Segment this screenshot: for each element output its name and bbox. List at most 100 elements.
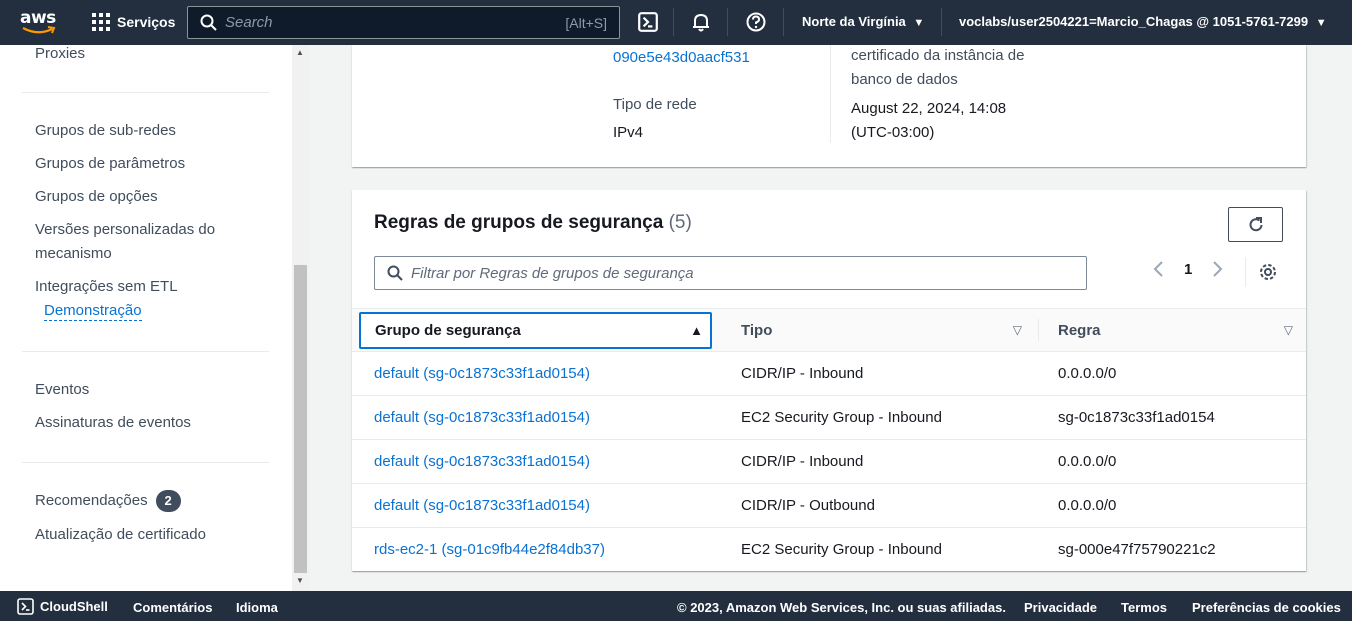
security-group-link[interactable]: default (sg-0c1873c33f1ad0154) [374, 396, 590, 440]
security-group-link[interactable]: default (sg-0c1873c33f1ad0154) [374, 484, 590, 528]
search-icon [200, 14, 217, 31]
aws-logo[interactable]: aws [20, 8, 56, 36]
rule-type: EC2 Security Group - Inbound [741, 409, 942, 426]
column-header-label: Regra [1058, 321, 1101, 339]
account-menu[interactable]: voclabs/user2504221=Marcio_Chagas @ 1051… [959, 14, 1327, 29]
rule-value: sg-000e47f75790221c2 [1058, 541, 1216, 558]
sidebar-item-parameter-groups[interactable]: Grupos de parâmetros [35, 155, 185, 172]
terms-link[interactable]: Termos [1121, 600, 1167, 615]
services-label: Serviços [117, 14, 176, 30]
account-label: voclabs/user2504221=Marcio_Chagas @ 1051… [959, 14, 1309, 29]
sort-icon: ▽ [1283, 323, 1293, 337]
cloudshell-label: CloudShell [40, 599, 108, 614]
footer: CloudShell Comentários Idioma © 2023, Am… [0, 591, 1352, 621]
column-divider [1038, 319, 1039, 341]
security-group-rules-panel: Regras de grupos de segurança (5) Filtra… [352, 190, 1306, 571]
rule-type: CIDR/IP - Outbound [741, 497, 875, 514]
pager-divider [1245, 257, 1246, 287]
panel-title-text: Regras de grupos de segurança [374, 212, 664, 233]
column-divider [830, 45, 831, 143]
current-page[interactable]: 1 [1184, 261, 1192, 278]
search-placeholder: Search [225, 14, 273, 31]
language-link[interactable]: Idioma [236, 600, 278, 615]
sidebar-divider [22, 462, 269, 463]
rule-type: CIDR/IP - Inbound [741, 453, 864, 470]
rule-value: 0.0.0.0/0 [1058, 453, 1117, 470]
table-row: default (sg-0c1873c33f1ad0154) CIDR/IP -… [352, 484, 1306, 528]
aws-smile-icon [22, 26, 56, 34]
region-label: Norte da Virgínia [802, 14, 906, 29]
search-input[interactable]: Search [Alt+S] [187, 6, 620, 39]
security-group-link[interactable]: default (sg-0c1873c33f1ad0154) [374, 440, 590, 484]
sidebar-item-label: Recomendações [35, 491, 148, 509]
cookie-preferences-link[interactable]: Preferências de cookies [1192, 600, 1341, 615]
cert-label-line1: certificado da instância de [851, 47, 1025, 64]
column-header-label: Tipo [741, 321, 773, 339]
table-row: default (sg-0c1873c33f1ad0154) EC2 Secur… [352, 396, 1306, 440]
vpc-id-link[interactable]: 090e5e43d0aacf531 [613, 46, 750, 70]
cert-timezone: (UTC-03:00) [851, 124, 935, 141]
rule-value: 0.0.0.0/0 [1058, 497, 1117, 514]
cloudshell-icon [17, 598, 34, 615]
privacy-link[interactable]: Privacidade [1024, 600, 1097, 615]
security-group-link[interactable]: rds-ec2-1 (sg-01c9fb44e2f84db37) [374, 528, 605, 572]
sidebar: Proxies Grupos de sub-redes Grupos de pa… [0, 45, 292, 591]
sidebar-item-event-subscriptions[interactable]: Assinaturas de eventos [35, 414, 191, 431]
cloudshell-button[interactable]: CloudShell [17, 598, 108, 615]
column-header-label: Grupo de segurança [375, 322, 521, 339]
table-row: rds-ec2-1 (sg-01c9fb44e2f84db37) EC2 Sec… [352, 528, 1306, 572]
sidebar-item-certificate-update[interactable]: Atualização de certificado [35, 526, 206, 543]
sidebar-item-zero-etl[interactable]: Integrações sem ETL [35, 278, 178, 295]
cloudshell-icon[interactable] [637, 11, 659, 33]
chevron-left-icon[interactable] [1152, 260, 1164, 278]
sidebar-divider [22, 351, 269, 352]
rules-count: (5) [668, 212, 692, 233]
caret-down-icon: ▼ [1315, 17, 1327, 29]
caret-down-icon: ▼ [913, 17, 925, 29]
network-type-value: IPv4 [613, 124, 644, 141]
cert-date: August 22, 2024, 14:08 [851, 100, 1007, 117]
region-selector[interactable]: Norte da Virgínia ▼ [802, 14, 924, 29]
column-header-security-group[interactable]: Grupo de segurança ▲ [359, 312, 712, 349]
sort-ascending-icon: ▲ [690, 323, 703, 338]
sidebar-item-recommendations[interactable]: Recomendações 2 [35, 490, 181, 512]
scroll-up-arrow[interactable]: ▲ [295, 48, 305, 58]
refresh-icon [1249, 216, 1262, 231]
filter-input[interactable]: Filtrar por Regras de grupos de seguranç… [374, 256, 1087, 290]
sidebar-item-subnet-groups[interactable]: Grupos de sub-redes [35, 122, 176, 139]
refresh-button[interactable] [1228, 207, 1283, 242]
search-shortcut: [Alt+S] [565, 14, 607, 31]
services-menu[interactable]: Serviços [92, 13, 175, 31]
help-icon[interactable] [745, 11, 767, 33]
recommendations-count-badge: 2 [155, 490, 181, 512]
instance-details-panel: 090e5e43d0aacf531 Tipo de rede IPv4 cert… [352, 45, 1306, 167]
chevron-right-icon[interactable] [1212, 260, 1224, 278]
sidebar-item-custom-engine-versions[interactable]: Versões personalizadas do [35, 221, 215, 238]
table-header: Grupo de segurança ▲ Tipo ▽ Regra ▽ [352, 308, 1306, 352]
gear-icon[interactable] [1258, 262, 1278, 282]
bell-icon[interactable] [690, 11, 712, 33]
rule-value: sg-0c1873c33f1ad0154 [1058, 409, 1215, 426]
sidebar-item-proxies[interactable]: Proxies [35, 45, 85, 62]
column-header-type[interactable]: Tipo ▽ [741, 309, 1022, 351]
sidebar-item-events[interactable]: Eventos [35, 381, 89, 398]
sidebar-item-demo[interactable]: Demonstração [44, 302, 142, 321]
search-icon [387, 265, 403, 281]
aws-logo-text: aws [20, 8, 56, 28]
sidebar-divider [22, 92, 269, 93]
sidebar-scrollbar-thumb[interactable] [294, 265, 307, 573]
column-header-rule[interactable]: Regra ▽ [1058, 309, 1293, 351]
rule-value: 0.0.0.0/0 [1058, 365, 1117, 382]
sidebar-item-option-groups[interactable]: Grupos de opções [35, 188, 158, 205]
scroll-down-arrow[interactable]: ▼ [295, 576, 305, 586]
network-type-label: Tipo de rede [613, 96, 697, 113]
grid-icon [92, 13, 110, 31]
rule-type: CIDR/IP - Inbound [741, 365, 864, 382]
pagination: 1 [1152, 260, 1224, 278]
filter-placeholder: Filtrar por Regras de grupos de seguranç… [411, 264, 694, 282]
feedback-link[interactable]: Comentários [133, 600, 212, 615]
cert-label-line2: banco de dados [851, 71, 958, 88]
table-row: default (sg-0c1873c33f1ad0154) CIDR/IP -… [352, 440, 1306, 484]
security-group-link[interactable]: default (sg-0c1873c33f1ad0154) [374, 352, 590, 396]
sidebar-item-custom-engine-versions-cont[interactable]: mecanismo [35, 245, 112, 262]
